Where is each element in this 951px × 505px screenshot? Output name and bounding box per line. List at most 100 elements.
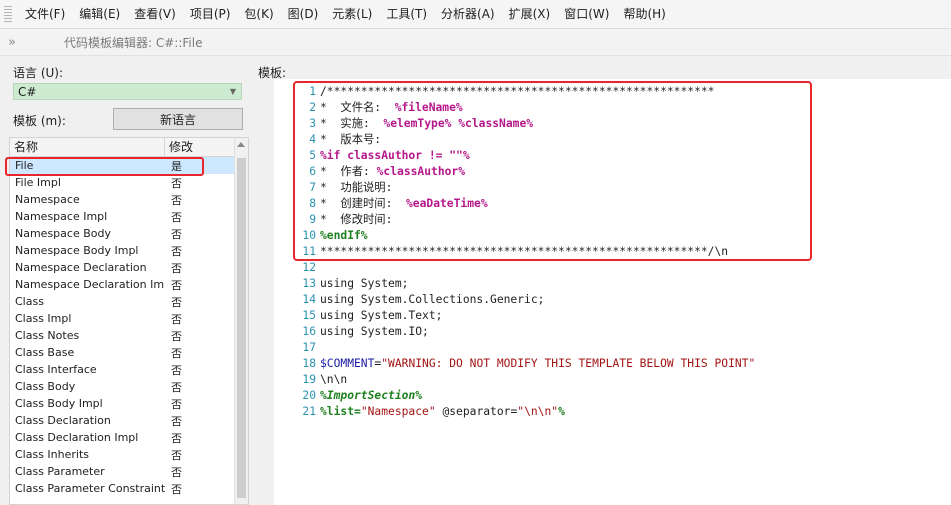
template-name: Class Parameter [15, 465, 105, 478]
menu-item[interactable]: 编辑(E) [72, 0, 127, 28]
template-modified: 否 [171, 363, 182, 377]
code-token: using System.IO; [320, 325, 429, 338]
code-text: %ImportSection% [320, 388, 422, 404]
left-panel: 语言 (U): C# ▼ 模板 (m): 新语言 名称 修改 File 是 File… [0, 56, 252, 505]
menu-item[interactable]: 项目(P) [183, 0, 238, 28]
template-row[interactable]: Class Interface 否 [10, 361, 235, 378]
template-row[interactable]: Class Inherits 否 [10, 446, 235, 463]
code-text: using System.Text; [320, 308, 442, 324]
language-label: 语言 (U): [13, 66, 64, 80]
line-number: 17 [302, 341, 316, 354]
template-modified: 否 [171, 465, 182, 479]
template-name: Namespace Declaration Impl [15, 278, 165, 291]
dropdown-arrow-icon[interactable]: ▼ [230, 87, 236, 96]
menu-item[interactable]: 包(K) [237, 0, 280, 28]
template-modified: 否 [171, 278, 182, 292]
line-number: 21 [302, 405, 316, 418]
highlight-box-header [293, 81, 812, 261]
template-name: Namespace Impl [15, 210, 108, 223]
code-token: %ImportSection% [320, 389, 423, 402]
language-select[interactable]: C# ▼ [13, 83, 242, 100]
code-text: \n\n [320, 372, 347, 388]
menu-item[interactable]: 元素(L) [325, 0, 379, 28]
code-line: 14 using System.Collections.Generic; [274, 292, 755, 308]
template-row[interactable]: Class Body 否 [10, 378, 235, 395]
highlight-box-file [5, 157, 204, 176]
line-number: 14 [302, 293, 316, 306]
new-language-button[interactable]: 新语言 [113, 108, 243, 130]
template-name: Class [15, 295, 44, 308]
template-row[interactable]: Class Base 否 [10, 344, 235, 361]
template-row[interactable]: Namespace Body 否 [10, 225, 235, 242]
code-line: 17 [274, 340, 755, 356]
menu-item[interactable]: 图(D) [281, 0, 326, 28]
code-token: using System; [320, 277, 409, 290]
scroll-up-icon[interactable] [237, 142, 245, 147]
template-row[interactable]: Namespace Declaration Impl 否 [10, 276, 235, 293]
template-modified: 否 [171, 448, 182, 462]
line-number: 13 [302, 277, 316, 290]
template-row[interactable]: Class Declaration 否 [10, 412, 235, 429]
column-header-name[interactable]: 名称 [10, 138, 165, 156]
template-name: Class Parameter Constraint [15, 482, 165, 495]
template-name: Class Impl [15, 312, 72, 325]
line-number: 15 [302, 309, 316, 322]
scrollbar-thumb[interactable] [237, 158, 246, 498]
list-header: 名称 修改 [10, 138, 235, 157]
template-row[interactable]: Class Body Impl 否 [10, 395, 235, 412]
template-name: Namespace [15, 193, 80, 206]
template-modified: 否 [171, 193, 182, 207]
template-name: Class Body Impl [15, 397, 103, 410]
line-number: 18 [302, 357, 316, 370]
template-row[interactable]: Class Parameter Constraint 否 [10, 480, 235, 497]
menu-item[interactable]: 分析器(A) [434, 0, 502, 28]
template-row[interactable]: Namespace Declaration 否 [10, 259, 235, 276]
menu-items: 文件(F) 编辑(E) 查看(V) 项目(P) 包(K) 图(D) 元素(L) 工具(T) 分析… [18, 0, 673, 28]
menu-item[interactable]: 文件(F) [18, 0, 72, 28]
column-header-modified[interactable]: 修改 [165, 138, 193, 156]
template-row[interactable]: Class Impl 否 [10, 310, 235, 327]
menu-item[interactable]: 窗口(W) [557, 0, 616, 28]
menu-item[interactable]: 查看(V) [127, 0, 183, 28]
code-text: using System.IO; [320, 324, 429, 340]
template-label: 模板 (m): [13, 114, 66, 128]
code-text: $COMMENT="WARNING: DO NOT MODIFY THIS TE… [320, 356, 755, 372]
menu-item[interactable]: 扩展(X) [502, 0, 558, 28]
code-line: 19 \n\n [274, 372, 755, 388]
code-token: "\n\n" [517, 405, 559, 418]
template-row[interactable]: File Impl 否 [10, 174, 235, 191]
expand-chevron-icon[interactable]: » [8, 35, 22, 50]
code-token: "WARNING: DO NOT MODIFY THIS TEMPLATE BE… [381, 357, 756, 370]
template-row[interactable]: Namespace Body Impl 否 [10, 242, 235, 259]
line-number: 12 [302, 261, 316, 274]
template-row[interactable]: Class Parameter 否 [10, 463, 235, 480]
code-text: using System.Collections.Generic; [320, 292, 544, 308]
line-number: 16 [302, 325, 316, 338]
template-modified: 否 [171, 295, 182, 309]
list-scrollbar[interactable] [234, 138, 248, 504]
menu-item[interactable]: 工具(T) [379, 0, 434, 28]
template-row[interactable]: Class Notes 否 [10, 327, 235, 344]
line-number: 19 [302, 373, 316, 386]
template-name: Class Inherits [15, 448, 90, 461]
code-token: using System.Text; [320, 309, 443, 322]
template-list: 名称 修改 File 是 File Impl 否 Namespace 否 Namespace… [9, 137, 249, 505]
template-modified: 否 [171, 482, 182, 496]
line-number: 20 [302, 389, 316, 402]
code-token: @separator= [435, 405, 518, 418]
template-row[interactable]: Class 否 [10, 293, 235, 310]
code-token: % [558, 405, 565, 418]
template-row[interactable]: Namespace 否 [10, 191, 235, 208]
code-text: using System; [320, 276, 408, 292]
code-token: %list= [320, 405, 361, 418]
menu-grip-icon [4, 6, 12, 22]
code-text: %list="Namespace" @separator="\n\n"% [320, 404, 565, 420]
template-modified: 否 [171, 210, 182, 224]
menu-item[interactable]: 帮助(H) [616, 0, 672, 28]
code-line: 12 [274, 260, 755, 276]
template-modified: 否 [171, 244, 182, 258]
template-row[interactable]: Class Declaration Impl 否 [10, 429, 235, 446]
toolbar: » 代码模板编辑器: C#::File [0, 29, 951, 56]
language-value: C# [18, 84, 37, 99]
template-row[interactable]: Namespace Impl 否 [10, 208, 235, 225]
